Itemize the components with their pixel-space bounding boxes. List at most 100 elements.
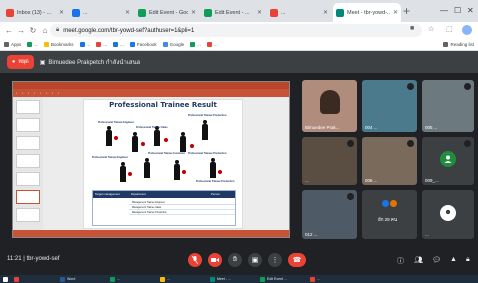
browser-tab[interactable]: ... ✕ [69,3,133,22]
close-icon[interactable]: ✕ [393,9,398,16]
slide-thumbnail [16,154,40,168]
shared-screen: ▪ ▪ ▪ ▪ ▪ ▪ ▪ ▪ Professional Trainee Result [12,81,290,238]
browser-tab[interactable]: Inbox (13) - ... ✕ [3,3,67,22]
present-screen-icon: ▣ [39,59,46,66]
chat-icon[interactable]: 💬︎ [432,256,441,264]
extension-icon[interactable]: ⬚ [446,25,453,33]
star-icon[interactable]: ☆ [428,25,434,33]
bookmark-item[interactable]: ... [113,42,124,47]
location-pin-icon [218,170,222,174]
participant-name: ... [305,178,309,183]
calendar-icon [138,8,146,17]
people-icon[interactable]: 👥︎ [414,256,423,264]
start-button[interactable] [3,276,8,282]
lock-icon: 🔒︎ [56,27,60,33]
bookmark-item[interactable]: ... [206,42,218,47]
browser-tab-active[interactable]: Meet - tbr-yowd-... ✕ [333,3,401,22]
windows-icon [3,276,8,282]
close-icon[interactable]: ✕ [257,9,262,16]
camera-off-icon [211,258,219,262]
bookmark-item[interactable]: Facebook [129,42,157,47]
profile-avatar[interactable] [462,25,472,35]
forward-icon[interactable]: → [15,26,27,35]
close-icon[interactable]: ✕ [59,9,64,16]
bookmark-item[interactable]: ... [79,42,90,47]
more-vert-icon: ⋮ [271,257,279,264]
close-window-icon[interactable]: ✕ [467,4,474,18]
slide-thumbnails [13,97,43,231]
reading-list[interactable]: Reading list [443,42,474,47]
taskbar-app[interactable]: ... [110,276,120,282]
present-button[interactable]: ▣ [248,253,262,267]
raise-hand-button[interactable]: ✋︎ [228,253,242,267]
participant-video [320,90,340,114]
mic-off-icon [192,256,198,264]
camera-icon[interactable]: ■ [410,25,414,32]
mic-off-icon [347,140,354,147]
bookmark-item[interactable]: ... [27,42,38,47]
stop-presenting-button[interactable]: ● หยุด [7,55,34,69]
slide-thumbnail [16,208,40,222]
tab-title: Meet - tbr-yowd-... [347,9,390,16]
more-participants-tile[interactable]: อีก 29 คน [362,190,417,239]
app-icon [14,276,19,282]
address-toolbar: ← → ↻ ⌂ 🔒︎ meet.google.com/tbr-yowd-sef?… [0,22,478,39]
mic-off-icon [464,83,471,90]
tab-title: Edit Event - ... [215,9,250,16]
new-tab-button[interactable]: + [403,4,410,18]
participant-tile[interactable]: 012 ... [302,190,357,239]
taskbar-app[interactable]: ... [310,276,320,282]
hand-icon: ✋︎ [233,256,237,263]
bookmark-icon [79,42,85,47]
bookmark-item[interactable]: Bookmarks [44,42,74,47]
bookmark-icon [206,42,212,47]
bookmark-item[interactable]: ... [190,42,201,47]
reload-icon[interactable]: ↻ [27,26,39,35]
table-row: Management Trainee Production [129,211,235,215]
back-icon[interactable]: ← [3,26,15,35]
trainee-label: Professional Trainee Production [188,152,227,155]
app-icon [310,276,315,282]
person-figure [180,132,186,152]
close-icon[interactable]: ✕ [125,9,130,16]
activities-icon[interactable]: ▲ [450,256,457,263]
app-icon [110,276,115,282]
mic-toggle-button[interactable] [188,253,202,267]
bookmark-icon [113,42,119,47]
bookmark-item[interactable]: Google [162,42,184,47]
self-icon: ☻ [444,209,452,216]
taskbar-app[interactable]: Edit Event ... [260,276,287,282]
tab-title: ... [83,9,88,16]
omnibox[interactable]: 🔒︎ meet.google.com/tbr-yowd-sef?authuser… [50,24,422,37]
close-icon[interactable]: ✕ [323,9,328,16]
participant-tile[interactable]: Bimuedee Prak... [302,80,357,132]
more-options-button[interactable]: ⋮ [268,253,282,267]
participant-tile[interactable]: ☻ ... [422,190,474,239]
participant-tile[interactable]: 005 ... [422,80,474,132]
participant-tile[interactable]: 006 ... [362,137,417,185]
browser-tab[interactable]: Edit Event - ... ✕ [201,3,265,22]
meeting-controls-bar: 11:21 | tbr-yowd-sef ✋︎ ▣ ⋮ ☎︎ ⓘ 👥︎ 💬︎ ▲… [0,247,478,275]
host-controls-icon[interactable]: 🔒︎ [466,256,470,264]
trainee-label: Professional Trainee Customer [148,152,185,155]
location-pin-icon [114,136,118,140]
browser-tab[interactable]: ... ✕ [267,3,331,22]
close-icon[interactable]: ✕ [191,9,196,16]
participant-tile[interactable]: 009_... [422,137,474,185]
location-pin-icon [141,142,145,146]
maximize-icon[interactable]: ☐ [454,4,461,18]
taskbar-app[interactable]: Meet - ... [210,276,231,282]
bookmark-item[interactable]: Apps [4,42,21,47]
taskbar-app[interactable]: Word [60,276,75,282]
taskbar-app[interactable]: ... [160,276,170,282]
minimize-icon[interactable]: — [440,4,448,18]
browser-tab[interactable]: Edit Event - Google ... ✕ [135,3,199,22]
info-icon[interactable]: ⓘ [397,256,404,266]
bookmark-item[interactable]: ... [96,42,107,47]
camera-toggle-button[interactable] [208,253,222,267]
location-pin-icon [164,138,168,142]
taskbar-app[interactable] [14,276,21,282]
participant-tile[interactable]: ... [302,137,357,185]
participant-tile[interactable]: 004 ... [362,80,417,132]
leave-call-button[interactable]: ☎︎ [288,253,306,267]
